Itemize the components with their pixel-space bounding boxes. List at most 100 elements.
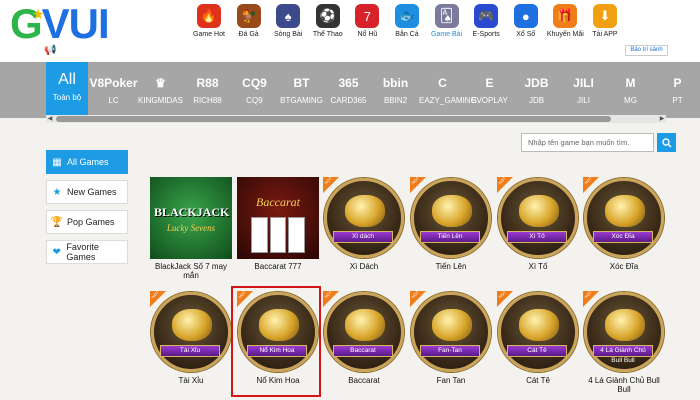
game-thumbnail[interactable]: Cát Tê HOT (497, 290, 579, 373)
game-card[interactable]: Tiến Lên HOT Tiến Lên (410, 176, 492, 271)
game-card[interactable]: Nổ Kim Hoa HOT Nổ Kim Hoa (237, 290, 319, 385)
game-ribbon: Tài Xỉu (160, 345, 220, 357)
provider-item[interactable]: E EVOPLAY (466, 62, 513, 118)
soccer-ball-icon: ⚽ (315, 4, 340, 28)
fire-icon: 🔥 (197, 4, 221, 28)
nav-item-1[interactable]: 🐓 Đá Gà (230, 4, 268, 38)
game-art-object (605, 309, 645, 341)
provider-item[interactable]: V8Poker LC (89, 62, 138, 118)
nav-item-7[interactable]: 🎮 E-Sports (467, 4, 505, 38)
game-card[interactable]: BLACKJACK Lucky Sevens BlackJack Số 7 may … (150, 177, 232, 280)
game-card[interactable]: Fan-Tan HOT Fan Tan (410, 290, 492, 385)
scroll-left-icon[interactable]: ◀ (46, 115, 54, 123)
lottery-ball-icon: ● (513, 4, 538, 28)
game-thumbnail[interactable]: Fan-Tan HOT (410, 290, 492, 373)
search-button[interactable] (657, 133, 676, 152)
game-card[interactable]: Xóc Đĩa HOT Xóc Đĩa (583, 176, 665, 271)
search-input[interactable] (521, 133, 654, 152)
game-card[interactable]: Cát Tê HOT Cát Tê (497, 290, 579, 385)
nav-item-2[interactable]: ♠ Sòng Bài (269, 4, 307, 38)
nav-item-9[interactable]: 🎁 Khuyến Mãi (546, 4, 584, 38)
provider-item[interactable]: 365 CARD365 (325, 62, 372, 118)
provider-name: BTGAMING (280, 96, 323, 105)
game-thumbnail[interactable]: Baccarat HOT (323, 290, 405, 373)
nav-item-8[interactable]: ● Xổ Số (507, 4, 545, 38)
provider-logo: E (485, 76, 494, 90)
sidebar-item-label: Pop Games (67, 217, 115, 227)
game-title: BlackJack Số 7 may mắn (154, 262, 228, 280)
provider-item[interactable]: ♛ KINGMIDAS (137, 62, 184, 118)
game-thumbnail[interactable]: Baccarat (237, 177, 319, 259)
provider-name: KINGMIDAS (138, 96, 183, 105)
provider-name: MG (624, 96, 637, 105)
provider-item[interactable]: P PT (654, 62, 700, 118)
game-title: Tài Xỉu (178, 376, 204, 385)
provider-item[interactable]: CQ9 CQ9 (231, 62, 278, 118)
provider-name: LC (108, 96, 119, 105)
game-thumbnail[interactable]: Tiến Lên HOT (410, 176, 492, 259)
nav-item-0[interactable]: 🔥 Game Hot (190, 4, 228, 38)
game-title: Baccarat (348, 376, 380, 385)
game-art-object (345, 195, 385, 227)
provider-all-sublabel: Toàn bộ (52, 93, 82, 102)
game-card[interactable]: Baccarat Baccarat 777 (237, 177, 319, 271)
download-icon: ⬇ (592, 4, 617, 28)
provider-item[interactable]: C EAZY_GAMING (419, 62, 477, 118)
nav-item-5[interactable]: 🐟 Bắn Cá (388, 4, 426, 38)
provider-item[interactable]: JDB JDB (513, 62, 560, 118)
game-art-object (519, 195, 559, 227)
game-card[interactable]: Xì dách HOT Xì Dách (323, 176, 405, 271)
nav-item-label: Thể Thao (312, 31, 343, 38)
nav-item-4[interactable]: 7 Nổ Hũ (348, 4, 386, 38)
game-title: Nổ Kim Hoa (256, 376, 300, 385)
game-thumbnail[interactable]: BLACKJACK Lucky Sevens (150, 177, 232, 259)
slot-777-icon: 7 (355, 4, 380, 28)
provider-item[interactable]: R88 RICH88 (184, 62, 231, 118)
game-thumbnail[interactable]: Xì dách HOT (323, 176, 405, 259)
game-ribbon: Xì Tố (507, 231, 567, 243)
provider-logo: R88 (196, 76, 219, 90)
provider-logo: M (625, 76, 636, 90)
scroll-right-icon[interactable]: ▶ (658, 115, 666, 123)
game-card[interactable]: Baccarat HOT Baccarat (323, 290, 405, 385)
sidebar-item-0[interactable]: ▦ All Games (46, 150, 128, 174)
game-card[interactable]: Tài Xỉu HOT Tài Xỉu (150, 290, 232, 385)
provider-item[interactable]: BT BTGAMING (278, 62, 325, 118)
game-thumbnail[interactable]: 4 Lá Giành Chủ Bull Bull HOT (583, 290, 665, 373)
provider-logo: CQ9 (242, 76, 267, 90)
provider-name: JILI (577, 96, 590, 105)
provider-item[interactable]: bbin BBIN2 (372, 62, 419, 118)
maintenance-link[interactable]: Bảo trì sảnh (625, 45, 668, 56)
sidebar-item-2[interactable]: 🏆 Pop Games (46, 210, 128, 234)
top-navigation: 🔥 Game Hot 🐓 Đá Gà ♠ Sòng Bài ⚽ Thể Thao 7 Nổ Hũ 🐟… (190, 4, 626, 38)
provider-logo: P (673, 76, 682, 90)
provider-logo: 365 (338, 76, 359, 90)
game-ribbon: 4 Lá Giành Chủ Bull Bull (593, 345, 653, 364)
nav-item-3[interactable]: ⚽ Thể Thao (309, 4, 347, 38)
provider-scrollbar[interactable]: ◀ ▶ (46, 115, 666, 123)
provider-logo: V8Poker (89, 76, 138, 90)
site-logo[interactable]: GVUI ★ (10, 2, 135, 46)
provider-bar: All Toàn bộ V8Poker LC ♛ KINGMIDAS R88 RICH88… (0, 62, 700, 118)
scrollbar-thumb[interactable] (56, 116, 611, 122)
game-thumbnail[interactable]: Xóc Đĩa HOT (583, 176, 665, 259)
speaker-icon[interactable]: 📢 (44, 45, 56, 56)
provider-item[interactable]: JILI JILI (560, 62, 607, 118)
provider-item[interactable]: M MG (607, 62, 654, 118)
game-thumbnail[interactable]: Xì Tố HOT (497, 176, 579, 259)
game-thumbnail[interactable]: Nổ Kim Hoa HOT (237, 290, 319, 373)
nav-item-10[interactable]: ⬇ Tải APP (586, 4, 624, 38)
blackjack-art: BLACKJACK Lucky Sevens (150, 177, 232, 259)
provider-name: BBIN2 (383, 96, 408, 105)
game-art-object (519, 309, 559, 341)
nav-item-6[interactable]: 🂡 Game Bài (428, 4, 466, 38)
provider-all[interactable]: All Toàn bộ (46, 62, 88, 118)
sidebar-item-1[interactable]: ★ New Games (46, 180, 128, 204)
game-card[interactable]: Xì Tố HOT Xì Tố (497, 176, 579, 271)
sidebar-item-3[interactable]: ❤ Favorite Games (46, 240, 128, 264)
game-thumbnail[interactable]: Tài Xỉu HOT (150, 290, 232, 373)
sidebar-item-label: Favorite Games (66, 242, 99, 262)
nav-item-label: Game Hot (193, 31, 225, 38)
game-card[interactable]: 4 Lá Giành Chủ Bull Bull HOT 4 Lá Giành Ch… (583, 290, 665, 394)
provider-logo: ♛ (155, 76, 166, 90)
